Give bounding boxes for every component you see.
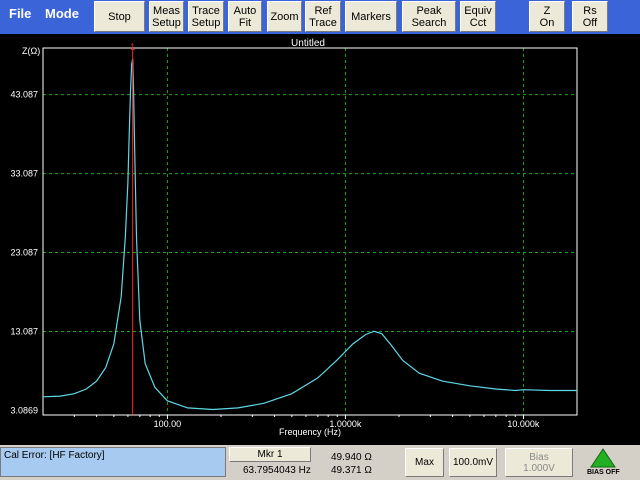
y-tick-label: 13.087 [10,326,38,336]
peak-search-button[interactable]: Peak Search [402,1,456,32]
level-button[interactable]: 100.0mV [449,448,497,477]
impedance-plot[interactable]: 43.08733.08723.08713.0873.0869100.00 1.00… [0,34,640,444]
x-axis-label: Frequency (Hz) [279,427,341,437]
marker-1-indicator: 1 [130,42,135,52]
cal-error-text: Cal Error: [HF Factory] [4,450,105,461]
marker-impedance: 49.940 Ω [331,452,372,463]
status-bar: Cal Error: [HF Factory] Mkr 1 63.7954043… [0,445,640,480]
bias-button[interactable]: Bias 1.000V [505,448,573,477]
plot-grid [43,48,577,415]
max-button[interactable]: Max [405,448,444,477]
markers-button[interactable]: Markers [345,1,397,32]
marker-rs: 49.371 Ω [331,465,372,476]
rs-off-button[interactable]: Rs Off [572,1,608,32]
meas-setup-button[interactable]: Meas Setup [149,1,184,32]
warning-triangle-icon [590,448,616,468]
y-tick-label: 3.0869 [10,405,38,415]
ref-trace-button[interactable]: Ref Trace [305,1,341,32]
plot-frame [42,47,578,416]
plot-ticks: 43.08733.08723.08713.0873.0869100.00 1.00… [10,90,539,429]
y-axis-label: Z(Ω) [22,46,40,56]
cal-error-panel: Cal Error: [HF Factory] [0,447,226,477]
toolbar: File Mode Stop Meas Setup Trace Setup Au… [0,0,640,34]
marker-select-button[interactable]: Mkr 1 [229,447,311,462]
zoom-button[interactable]: Zoom [267,1,302,32]
impedance-trace [42,58,577,411]
y-tick-label: 43.087 [10,90,38,100]
y-tick-label: 33.087 [10,169,38,179]
stop-button[interactable]: Stop [94,1,145,32]
marker-frequency: 63.7954043 Hz [243,465,311,476]
auto-fit-button[interactable]: Auto Fit [228,1,262,32]
x-tick-label: 100.00 [154,419,182,429]
y-tick-label: 23.087 [10,248,38,258]
plot-title: Untitled [291,38,325,49]
x-tick-label: 10.000k [507,419,540,429]
equiv-cct-button[interactable]: Equiv Cct [460,1,496,32]
trace-setup-button[interactable]: Trace Setup [188,1,224,32]
z-on-button[interactable]: Z On [529,1,565,32]
bias-off-label: BIAS OFF [587,469,620,476]
file-menu[interactable]: File [9,6,31,21]
mode-menu[interactable]: Mode [45,6,79,21]
bias-off-indicator: BIAS OFF [587,447,620,479]
